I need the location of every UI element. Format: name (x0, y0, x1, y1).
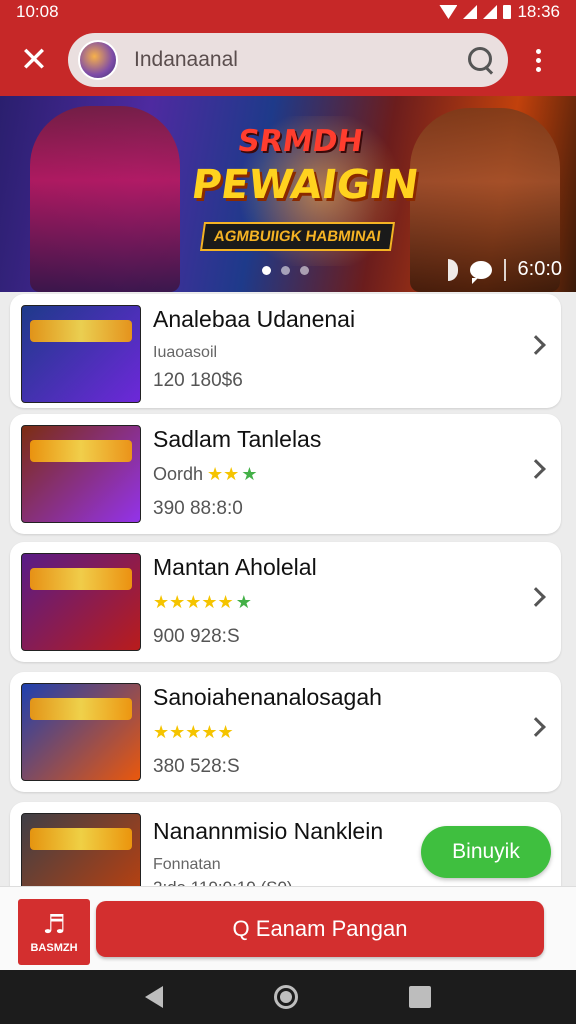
featured-banner[interactable]: SRMDH PEWAIGIN AGMBUIIGK HABMINAI 6:0:0 (0, 96, 576, 292)
carousel-dot[interactable] (281, 266, 290, 275)
app-meta: 120 180$6 (153, 370, 243, 391)
chat-icon[interactable] (469, 260, 492, 284)
signal-icon-2 (483, 5, 498, 19)
install-button[interactable]: Binuyik (421, 826, 551, 878)
app-rating: Oordh ★★ ★ (153, 464, 257, 485)
app-title: Analebaa Udanenai (153, 306, 356, 332)
app-title: Sadlam Tanlelas (153, 426, 322, 452)
banner-title-line2: PEWAIGIN (188, 162, 422, 208)
app-meta: 390 88:8:0 (153, 498, 243, 519)
home-icon[interactable] (273, 985, 298, 1009)
wifi-icon (439, 5, 458, 19)
primary-action-button[interactable]: Q Eanam Pangan (96, 901, 544, 957)
carousel-dots[interactable] (262, 266, 309, 275)
app-thumbnail (21, 305, 141, 403)
app-subtitle: Fonnatan (153, 856, 221, 873)
chevron-right-icon[interactable] (526, 335, 546, 355)
banner-controls: 6:0:0 (447, 258, 562, 284)
banner-hero-left (30, 106, 180, 292)
divider (503, 258, 506, 281)
video-duration: 6:0:0 (517, 258, 562, 280)
game-avatar-icon (78, 40, 118, 80)
more-vert-icon[interactable] (520, 36, 556, 84)
banner-subtitle: AGMBUIIGK HABMINAI (199, 222, 395, 251)
music-note-icon: ♬ (42, 910, 66, 940)
list-item[interactable]: Sadlam Tanlelas Oordh ★★ ★ 390 88:8:0 (10, 414, 561, 534)
app-subtitle: Iuaoasoil (153, 344, 218, 361)
app-rating: ★★★★★ (153, 722, 234, 743)
list-item[interactable]: Mantan Aholelal ★★★★★ ★ 900 928:S (10, 542, 561, 662)
app-list: Analebaa Udanenai Iuaoasoil 120 180$6 Sa… (0, 292, 576, 886)
status-icons: 18:36 (439, 2, 560, 22)
chevron-right-icon[interactable] (526, 459, 546, 479)
app-thumbnail (21, 553, 141, 651)
app-title: Nanannmisio Nanklein (153, 818, 384, 844)
store-logo[interactable]: ♬ BASMZH (18, 899, 90, 965)
close-icon: ✕ (19, 40, 49, 80)
list-item[interactable]: Sanoiahenanalosagah ★★★★★ 380 528:S (10, 672, 561, 792)
system-nav-bar (0, 970, 576, 1024)
rating-text: Oordh (153, 464, 204, 484)
app-thumbnail (21, 813, 141, 886)
status-time-right: 18:36 (517, 2, 560, 21)
app-meta: 380 528:S (153, 756, 240, 777)
star-icon: ★★★★★ (153, 722, 234, 743)
play-icon[interactable] (447, 258, 458, 281)
star-green-icon: ★ (241, 464, 258, 485)
close-button[interactable]: ✕ (10, 36, 58, 84)
recent-apps-icon[interactable] (408, 986, 431, 1008)
app-bar: ✕ Indanaanal (0, 24, 576, 96)
search-bar[interactable]: Indanaanal (68, 33, 508, 87)
status-bar: 10:08 18:36 (0, 0, 576, 24)
banner-title-line1: SRMDH (235, 124, 366, 159)
chevron-right-icon[interactable] (526, 717, 546, 737)
bottom-action-bar: ♬ BASMZH Q Eanam Pangan (0, 886, 576, 970)
app-thumbnail (21, 683, 141, 781)
search-input[interactable]: Indanaanal (134, 48, 466, 72)
battery-icon (503, 5, 512, 19)
logo-text: BASMZH (30, 942, 78, 954)
app-meta: 900 928:S (153, 626, 240, 647)
signal-icon (463, 5, 478, 19)
star-green-icon: ★ (235, 592, 252, 613)
app-meta: 2:da 119:0:10 (S0) (153, 878, 293, 886)
carousel-dot[interactable] (300, 266, 309, 275)
app-title: Sanoiahenanalosagah (153, 684, 382, 710)
back-icon[interactable] (145, 986, 164, 1008)
star-icon: ★★★★★ (153, 592, 234, 613)
app-rating: ★★★★★ ★ (153, 592, 252, 613)
status-time-left: 10:08 (16, 2, 59, 21)
app-title: Mantan Aholelal (153, 554, 317, 580)
list-item[interactable]: Nanannmisio Nanklein Fonnatan 2:da 119:0… (10, 802, 561, 886)
app-thumbnail (21, 425, 141, 523)
carousel-dot[interactable] (262, 266, 271, 275)
list-item[interactable]: Analebaa Udanenai Iuaoasoil 120 180$6 (10, 294, 561, 408)
search-icon[interactable] (466, 45, 496, 75)
chevron-right-icon[interactable] (526, 587, 546, 607)
star-icon: ★★ (207, 464, 240, 485)
